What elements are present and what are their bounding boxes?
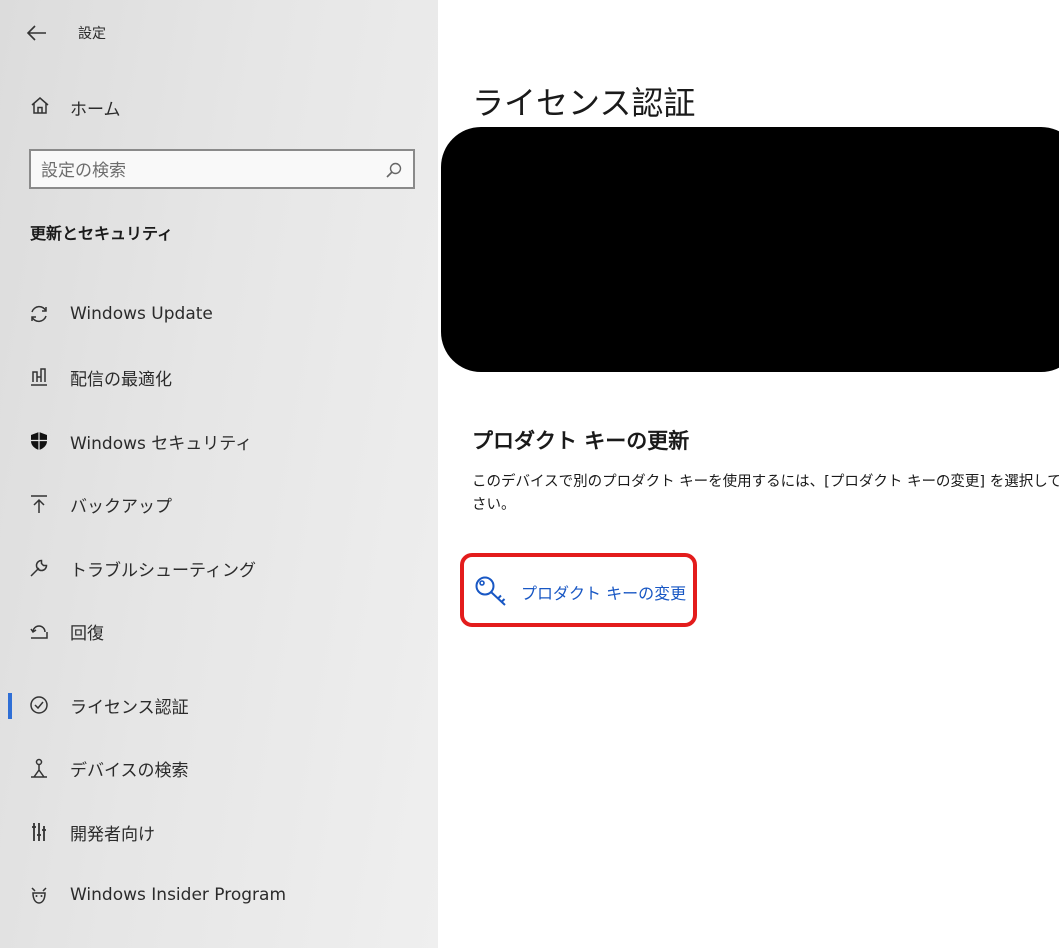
search-input[interactable]	[39, 157, 383, 185]
sidebar-item-delivery-optimization[interactable]: 配信の最適化	[0, 355, 438, 399]
recovery-icon	[28, 620, 50, 642]
sidebar-item-activation[interactable]: ライセンス認証	[0, 683, 438, 727]
key-icon	[474, 575, 510, 609]
back-arrow-icon[interactable]	[26, 23, 48, 43]
developer-icon	[28, 821, 50, 843]
sidebar-item-windows-update[interactable]: Windows Update	[0, 292, 438, 336]
sidebar-item-windows-insider[interactable]: Windows Insider Program	[0, 873, 438, 917]
sidebar-item-label: Windows Update	[70, 304, 213, 324]
window-title: 設定	[78, 26, 106, 42]
shield-icon	[28, 430, 50, 452]
sidebar-item-label: デバイスの検索	[70, 760, 189, 781]
sidebar-item-label: トラブルシューティング	[70, 560, 256, 581]
sidebar-item-label: 開発者向け	[70, 824, 155, 845]
sidebar-item-find-my-device[interactable]: デバイスの検索	[0, 746, 438, 790]
sidebar-item-windows-security[interactable]: Windows セキュリティ	[0, 419, 438, 463]
sidebar-item-recovery[interactable]: 回復	[0, 609, 438, 653]
home-icon	[30, 95, 50, 119]
sidebar-item-troubleshoot[interactable]: トラブルシューティング	[0, 546, 438, 590]
wrench-icon	[28, 557, 50, 579]
search-box	[29, 149, 415, 189]
backup-icon	[28, 493, 50, 515]
search-icon[interactable]	[385, 161, 403, 179]
selection-indicator	[8, 693, 12, 719]
sidebar-item-for-developers[interactable]: 開発者向け	[0, 810, 438, 854]
change-product-key-link[interactable]: プロダクト キーの変更	[460, 553, 697, 627]
product-key-description: このデバイスで別のプロダクト キーを使用するには、[プロダクト キーの変更] を…	[472, 474, 1059, 513]
title-bar: 設定	[26, 20, 106, 46]
sidebar-item-label: バックアップ	[70, 496, 172, 517]
sync-icon	[28, 303, 50, 325]
page-title: ライセンス認証	[472, 84, 696, 122]
insider-icon	[28, 884, 50, 906]
sidebar-item-label: Windows Insider Program	[70, 885, 287, 905]
redacted-area	[441, 127, 1059, 372]
sidebar-item-label: ライセンス認証	[70, 697, 189, 718]
sidebar-item-backup[interactable]: バックアップ	[0, 482, 438, 526]
sidebar-item-label: 配信の最適化	[70, 369, 172, 390]
sidebar-item-label: 回復	[70, 623, 104, 644]
check-circle-icon	[28, 694, 50, 716]
change-product-key-label: プロダクト キーの変更	[521, 584, 687, 603]
section-heading: 更新とセキュリティ	[30, 224, 174, 243]
sidebar-item-label: Windows セキュリティ	[70, 433, 253, 454]
sidebar: 設定 ホーム 更新とセキュリティ Windows Update 配信の最適化 W…	[0, 0, 438, 948]
product-key-heading: プロダクト キーの更新	[472, 429, 690, 453]
find-device-icon	[28, 757, 50, 779]
delivery-optimization-icon	[28, 366, 50, 388]
sidebar-item-home[interactable]: ホーム	[30, 94, 121, 120]
home-label: ホーム	[70, 99, 121, 120]
